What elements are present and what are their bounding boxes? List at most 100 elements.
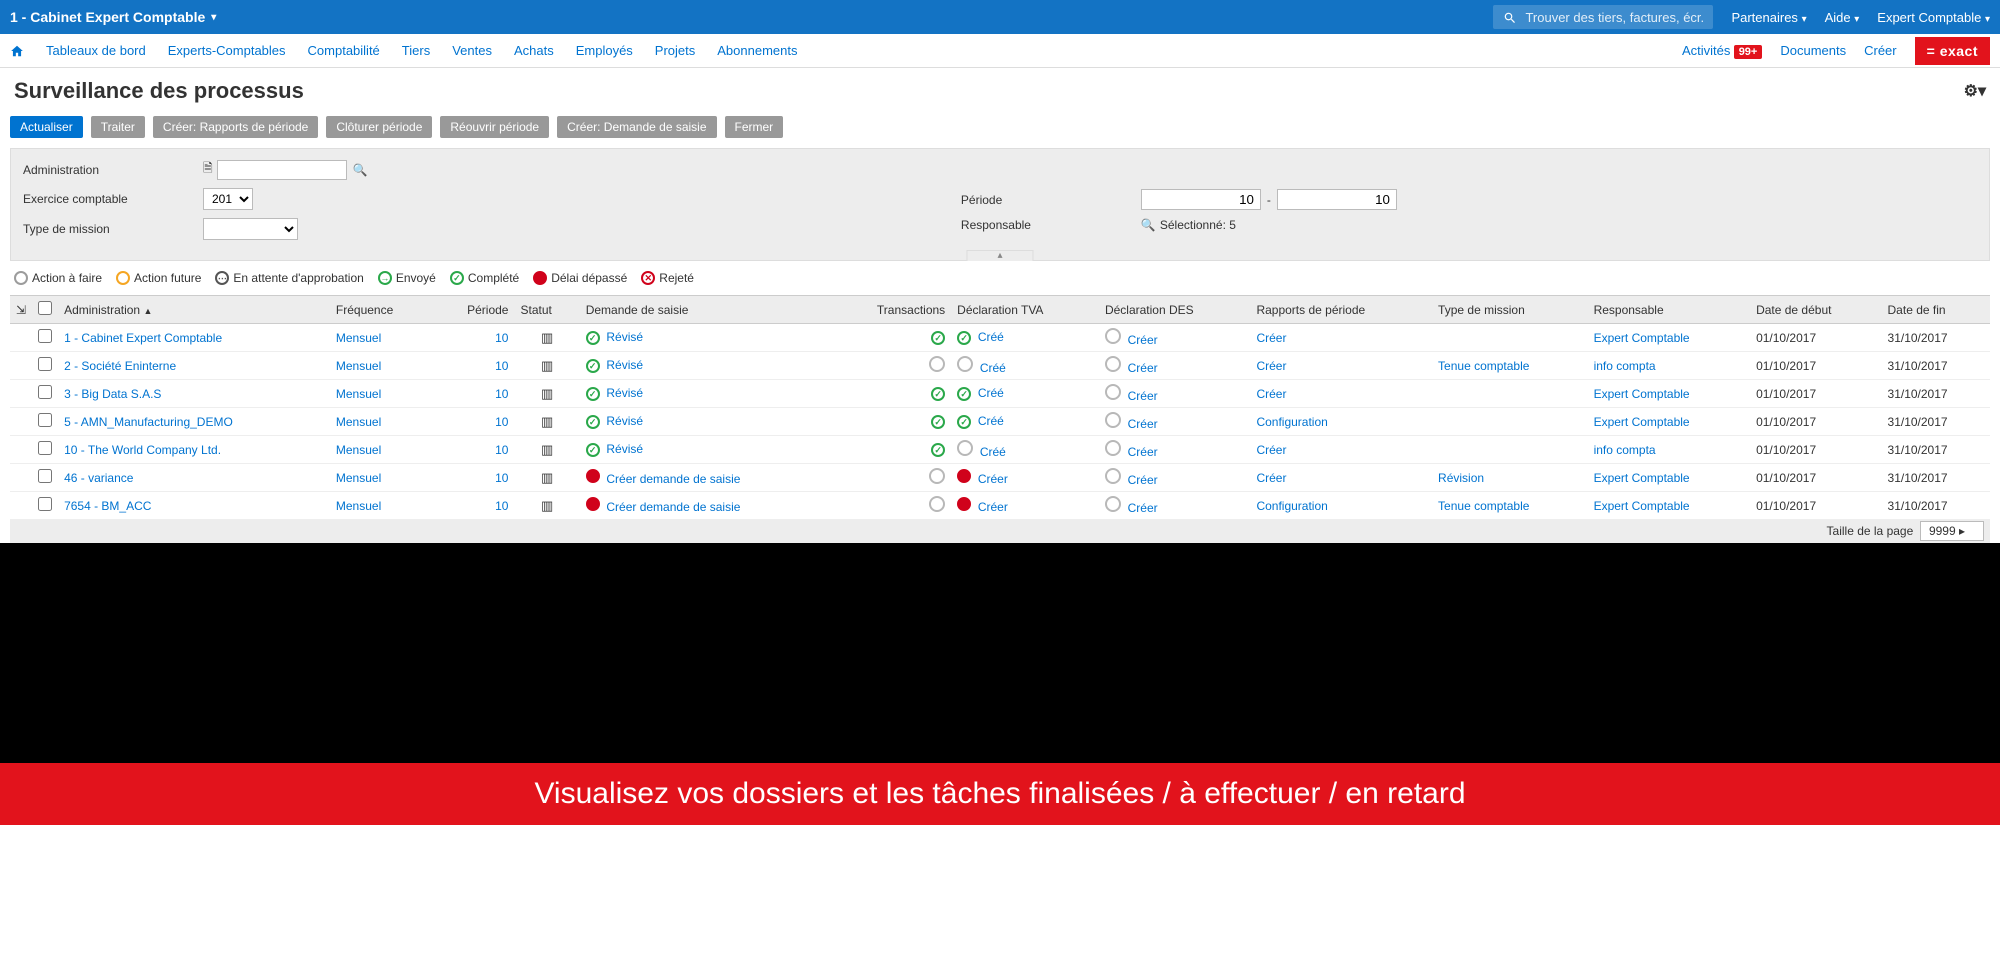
rap-link[interactable]: Créer bbox=[1256, 359, 1286, 373]
col-check[interactable] bbox=[32, 296, 58, 324]
ds-link[interactable]: Révisé bbox=[606, 358, 643, 372]
row-checkbox[interactable] bbox=[38, 385, 52, 399]
col-administration[interactable]: Administration ▲ bbox=[58, 296, 330, 324]
admin-link[interactable]: 3 - Big Data S.A.S bbox=[64, 387, 161, 401]
btn-actualiser[interactable]: Actualiser bbox=[10, 116, 83, 138]
btn-cloturer[interactable]: Clôturer période bbox=[326, 116, 432, 138]
global-search[interactable] bbox=[1493, 5, 1713, 29]
home-icon[interactable] bbox=[10, 43, 24, 59]
resp-link[interactable]: info compta bbox=[1594, 359, 1656, 373]
row-checkbox[interactable] bbox=[38, 469, 52, 483]
search-input[interactable] bbox=[1525, 10, 1703, 25]
col-mission[interactable]: Type de mission bbox=[1432, 296, 1588, 324]
nav-ventes[interactable]: Ventes bbox=[452, 43, 492, 58]
col-des[interactable]: Déclaration DES bbox=[1099, 296, 1250, 324]
tva-link[interactable]: Créé bbox=[978, 386, 1004, 400]
nav-create[interactable]: Créer bbox=[1864, 43, 1897, 58]
btn-creer-rapports[interactable]: Créer: Rapports de période bbox=[153, 116, 318, 138]
nav-projets[interactable]: Projets bbox=[655, 43, 695, 58]
administration-input[interactable] bbox=[217, 160, 347, 180]
des-link[interactable]: Créer bbox=[1128, 361, 1158, 375]
rap-link[interactable]: Créer bbox=[1256, 331, 1286, 345]
col-responsable[interactable]: Responsable bbox=[1588, 296, 1751, 324]
book-icon[interactable]: ▥ bbox=[541, 442, 553, 457]
menu-partners[interactable]: Partenaires ▾ bbox=[1731, 10, 1806, 25]
mission-link[interactable]: Révision bbox=[1438, 471, 1484, 485]
lookup-icon[interactable]: 🔍 bbox=[353, 163, 368, 177]
nav-tiers[interactable]: Tiers bbox=[402, 43, 430, 58]
btn-creer-demande[interactable]: Créer: Demande de saisie bbox=[557, 116, 716, 138]
rap-link[interactable]: Créer bbox=[1256, 387, 1286, 401]
col-debut[interactable]: Date de début bbox=[1750, 296, 1881, 324]
ds-link[interactable]: Créer demande de saisie bbox=[606, 472, 740, 486]
tva-link[interactable]: Créé bbox=[980, 361, 1006, 375]
page-tools-icon[interactable]: ⚙▾ bbox=[1964, 81, 1986, 101]
row-checkbox[interactable] bbox=[38, 413, 52, 427]
freq-link[interactable]: Mensuel bbox=[336, 443, 381, 457]
row-checkbox[interactable] bbox=[38, 441, 52, 455]
period-link[interactable]: 10 bbox=[495, 415, 508, 429]
nav-achats[interactable]: Achats bbox=[514, 43, 554, 58]
freq-link[interactable]: Mensuel bbox=[336, 331, 381, 345]
company-selector[interactable]: 1 - Cabinet Expert Comptable ▾ bbox=[10, 9, 216, 25]
freq-link[interactable]: Mensuel bbox=[336, 359, 381, 373]
tva-link[interactable]: Créé bbox=[978, 330, 1004, 344]
period-link[interactable]: 10 bbox=[495, 387, 508, 401]
periode-from[interactable] bbox=[1141, 189, 1261, 210]
period-link[interactable]: 10 bbox=[495, 331, 508, 345]
resp-link[interactable]: Expert Comptable bbox=[1594, 471, 1690, 485]
freq-link[interactable]: Mensuel bbox=[336, 387, 381, 401]
period-link[interactable]: 10 bbox=[495, 499, 508, 513]
nav-activities[interactable]: Activités 99+ bbox=[1682, 43, 1762, 58]
rap-link[interactable]: Configuration bbox=[1256, 415, 1327, 429]
resp-link[interactable]: Expert Comptable bbox=[1594, 499, 1690, 513]
btn-reouvrir[interactable]: Réouvrir période bbox=[440, 116, 549, 138]
tva-link[interactable]: Créer bbox=[978, 472, 1008, 486]
freq-link[interactable]: Mensuel bbox=[336, 415, 381, 429]
des-link[interactable]: Créer bbox=[1128, 333, 1158, 347]
col-demande[interactable]: Demande de saisie bbox=[580, 296, 831, 324]
mission-link[interactable]: Tenue comptable bbox=[1438, 499, 1529, 513]
des-link[interactable]: Créer bbox=[1128, 473, 1158, 487]
period-link[interactable]: 10 bbox=[495, 359, 508, 373]
nav-tableaux[interactable]: Tableaux de bord bbox=[46, 43, 146, 58]
ds-link[interactable]: Révisé bbox=[606, 442, 643, 456]
mission-link[interactable]: Tenue comptable bbox=[1438, 359, 1529, 373]
col-expand[interactable]: ⇲ bbox=[10, 296, 32, 324]
col-transactions[interactable]: Transactions bbox=[830, 296, 951, 324]
lookup-icon[interactable]: 🔍 bbox=[1141, 218, 1156, 232]
admin-link[interactable]: 46 - variance bbox=[64, 471, 133, 485]
ds-link[interactable]: Révisé bbox=[606, 330, 643, 344]
tva-link[interactable]: Créer bbox=[978, 500, 1008, 514]
ds-link[interactable]: Révisé bbox=[606, 386, 643, 400]
des-link[interactable]: Créer bbox=[1128, 389, 1158, 403]
nav-abonnements[interactable]: Abonnements bbox=[717, 43, 797, 58]
mission-select[interactable] bbox=[203, 218, 298, 240]
book-icon[interactable]: ▥ bbox=[541, 498, 553, 513]
period-link[interactable]: 10 bbox=[495, 471, 508, 485]
nav-experts[interactable]: Experts-Comptables bbox=[168, 43, 286, 58]
freq-link[interactable]: Mensuel bbox=[336, 499, 381, 513]
nav-compta[interactable]: Comptabilité bbox=[308, 43, 380, 58]
file-icon[interactable]: 🗎 bbox=[203, 159, 213, 180]
period-link[interactable]: 10 bbox=[495, 443, 508, 457]
col-fin[interactable]: Date de fin bbox=[1882, 296, 1990, 324]
rap-link[interactable]: Créer bbox=[1256, 471, 1286, 485]
resp-link[interactable]: info compta bbox=[1594, 443, 1656, 457]
tva-link[interactable]: Créé bbox=[980, 445, 1006, 459]
des-link[interactable]: Créer bbox=[1128, 417, 1158, 431]
des-link[interactable]: Créer bbox=[1128, 501, 1158, 515]
col-tva[interactable]: Déclaration TVA bbox=[951, 296, 1099, 324]
admin-link[interactable]: 10 - The World Company Ltd. bbox=[64, 443, 221, 457]
col-rapports[interactable]: Rapports de période bbox=[1250, 296, 1432, 324]
col-periode[interactable]: Période bbox=[434, 296, 514, 324]
nav-employes[interactable]: Employés bbox=[576, 43, 633, 58]
admin-link[interactable]: 5 - AMN_Manufacturing_DEMO bbox=[64, 415, 233, 429]
menu-help[interactable]: Aide ▾ bbox=[1825, 10, 1860, 25]
collapse-handle[interactable]: ▴ bbox=[966, 250, 1033, 261]
btn-fermer[interactable]: Fermer bbox=[725, 116, 784, 138]
resp-link[interactable]: Expert Comptable bbox=[1594, 415, 1690, 429]
page-size-select[interactable]: 9999 ▸ bbox=[1920, 521, 1984, 541]
row-checkbox[interactable] bbox=[38, 497, 52, 511]
admin-link[interactable]: 2 - Société Eninterne bbox=[64, 359, 176, 373]
